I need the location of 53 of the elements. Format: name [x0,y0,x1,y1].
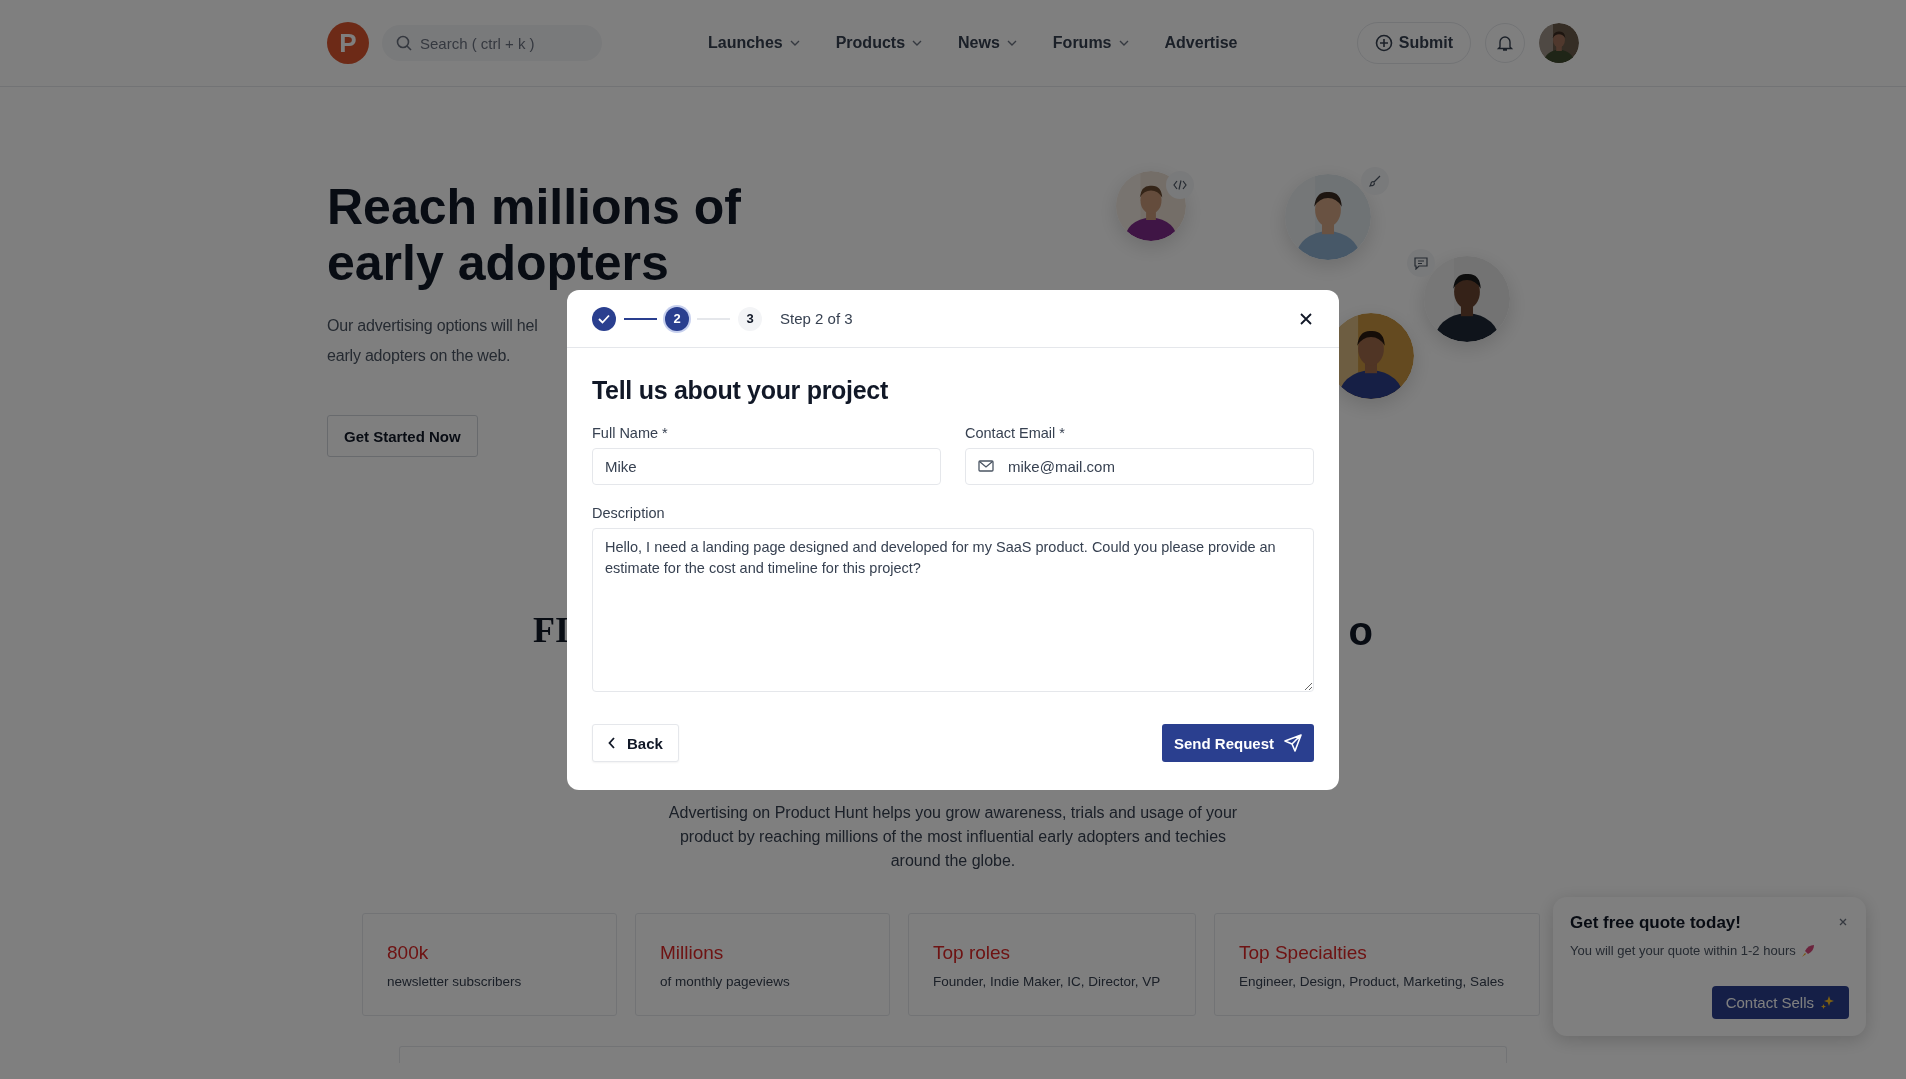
stat-caption: of monthly pageviews [660,974,791,989]
plus-circle-icon [1374,34,1393,52]
stat-caption: Engineer, Design, Product, Marketing, Sales [1239,974,1505,989]
nav-link[interactable]: Advertise [1164,34,1238,52]
name-field[interactable]: Mike [592,448,941,485]
dialog-title: Tell us about your project [592,376,889,405]
chat-icon [1414,256,1428,270]
submit-button[interactable]: Submit [1356,22,1471,64]
stat-value: 800k [387,942,430,964]
hero-subtitle: Our advertising options will hel [327,316,538,336]
send-request-button[interactable]: Send Request [1161,724,1314,762]
nav-link[interactable]: Products [835,34,923,52]
stat-caption: Founder, Indie Maker, IC, Director, VP [933,974,1162,989]
notifications-button[interactable] [1485,23,1525,63]
section-heading: o [1348,609,1373,653]
rocket-icon [1800,943,1815,958]
nav-link[interactable]: Forums [1052,34,1129,52]
chevron-left-icon [608,737,616,749]
step-number: 3 [738,306,762,331]
get-started-button[interactable]: Get Started Now [327,415,478,457]
section-heading: FI [533,609,569,652]
step-number: 2 [665,306,689,331]
search-icon [396,35,412,51]
email-field[interactable]: mike@mail.com [965,448,1314,485]
sparkles-icon [1820,995,1835,1010]
close-button[interactable] [1298,310,1314,327]
quote-title: Get free quote today! [1570,913,1741,933]
hero-title: Reach millions of early adopters [327,179,742,291]
logo[interactable]: P [327,22,369,64]
nav-link[interactable]: Launches [708,34,800,52]
send-icon [1284,734,1302,752]
stat-value: Millions [660,942,725,964]
bell-icon [1496,34,1514,52]
hero-subtitle: early adopters on the web. [327,346,511,366]
stat-value: Top roles [933,942,1012,964]
intro-paragraph: Advertising on Product Hunt helps you grow awareness, trials and usage of your product by reaching millions of the most influential early adopters and techies around the globe. [667,803,1239,871]
close-icon [1838,917,1848,927]
description-field[interactable]: Hello, I need a landing page designed and developed for my SaaS product. Could you please provide an estimate for the cost and timeline for this project? [592,528,1314,692]
field-label: Description [592,505,666,521]
back-button[interactable]: Back [592,724,679,762]
mail-icon [978,460,994,472]
stat-caption: newsletter subscribers [387,974,523,989]
field-label: Contact Email * [965,425,1066,441]
field-label: Full Name * [592,425,669,441]
quote-text: You will get your quote within 1-2 hours [1570,943,1796,958]
step-indicator: Step 2 of 3 [780,310,853,327]
code-icon [1173,180,1187,190]
nav-link[interactable]: News [958,34,1017,52]
stat-value: Top Specialties [1239,942,1368,964]
search-field[interactable]: Search ( ctrl + k ) [382,25,602,61]
brush-icon [1369,175,1381,187]
close-icon [1298,310,1314,327]
contact-sells-button[interactable]: Contact Sells [1711,986,1849,1019]
